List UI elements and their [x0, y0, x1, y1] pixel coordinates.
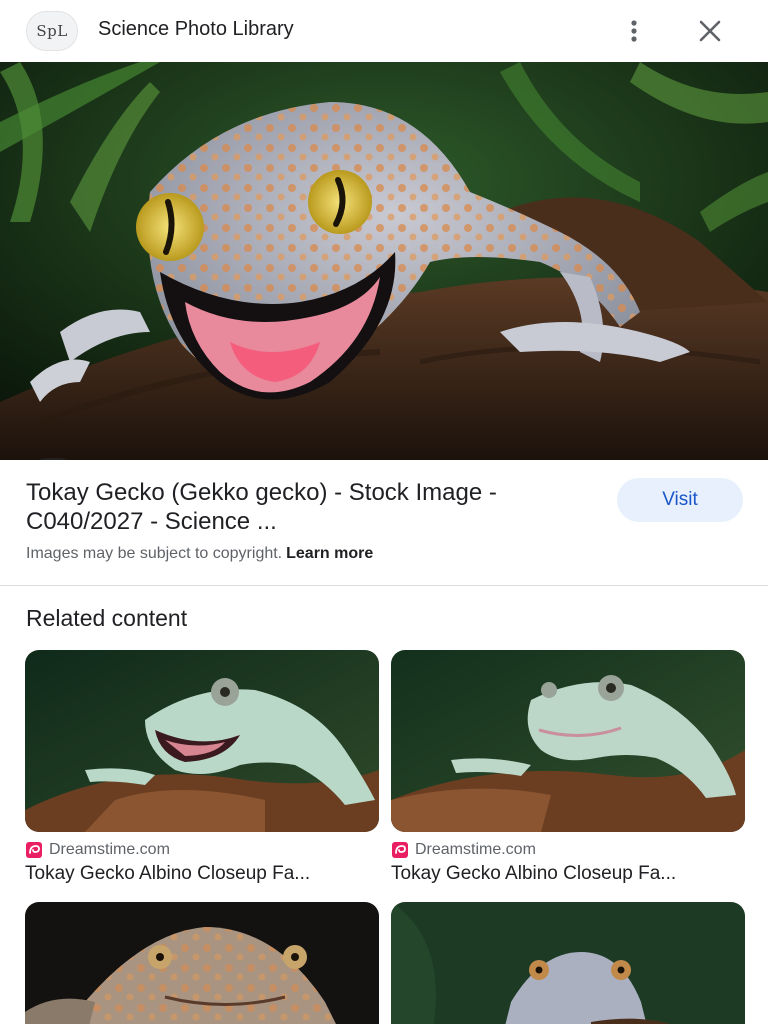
related-content-heading: Related content: [26, 605, 188, 631]
source-row: Dreamstime.com: [25, 840, 379, 860]
divider: [0, 585, 768, 586]
source-name: Dreamstime.com: [49, 841, 170, 858]
site-name[interactable]: Science Photo Library: [98, 18, 294, 41]
related-caption[interactable]: Tokay Gecko Albino Closeup Fa...: [25, 863, 365, 885]
albino-gecko-photo: [391, 650, 745, 832]
hero-image[interactable]: [0, 62, 768, 460]
related-card[interactable]: Dreamstime.com Tokay Gecko Albino Closeu…: [391, 650, 745, 885]
source-row: Dreamstime.com: [391, 840, 745, 860]
result-title[interactable]: Tokay Gecko (Gekko gecko) - Stock Image …: [26, 478, 606, 536]
copyright-notice: Images may be subject to copyright. Learn…: [26, 545, 373, 563]
related-thumbnail[interactable]: [391, 902, 745, 1024]
albino-gecko-photo: [25, 650, 379, 832]
top-bar: SpL Science Photo Library: [0, 0, 768, 62]
site-logo[interactable]: SpL: [26, 11, 78, 51]
related-caption[interactable]: Tokay Gecko Albino Closeup Fa...: [391, 863, 731, 885]
visit-button[interactable]: Visit: [617, 478, 743, 522]
copyright-text: Images may be subject to copyright.: [26, 545, 283, 562]
related-thumbnail[interactable]: [391, 650, 745, 832]
tokay-gecko-photo: [391, 902, 745, 1024]
learn-more-link[interactable]: Learn more: [286, 545, 373, 562]
related-thumbnail[interactable]: [25, 650, 379, 832]
related-card[interactable]: Dreamstime.com Tokay Gecko Albino Closeu…: [25, 650, 379, 885]
more-vert-icon: [631, 20, 637, 42]
gecko-photo: [0, 62, 768, 460]
source-name: Dreamstime.com: [415, 841, 536, 858]
close-icon: [699, 20, 721, 42]
more-options-button[interactable]: [620, 16, 648, 46]
dreamstime-icon: [392, 842, 408, 858]
dreamstime-icon: [26, 842, 42, 858]
tokay-gecko-photo: [25, 902, 379, 1024]
close-button[interactable]: [694, 16, 726, 46]
related-thumbnail[interactable]: [25, 902, 379, 1024]
